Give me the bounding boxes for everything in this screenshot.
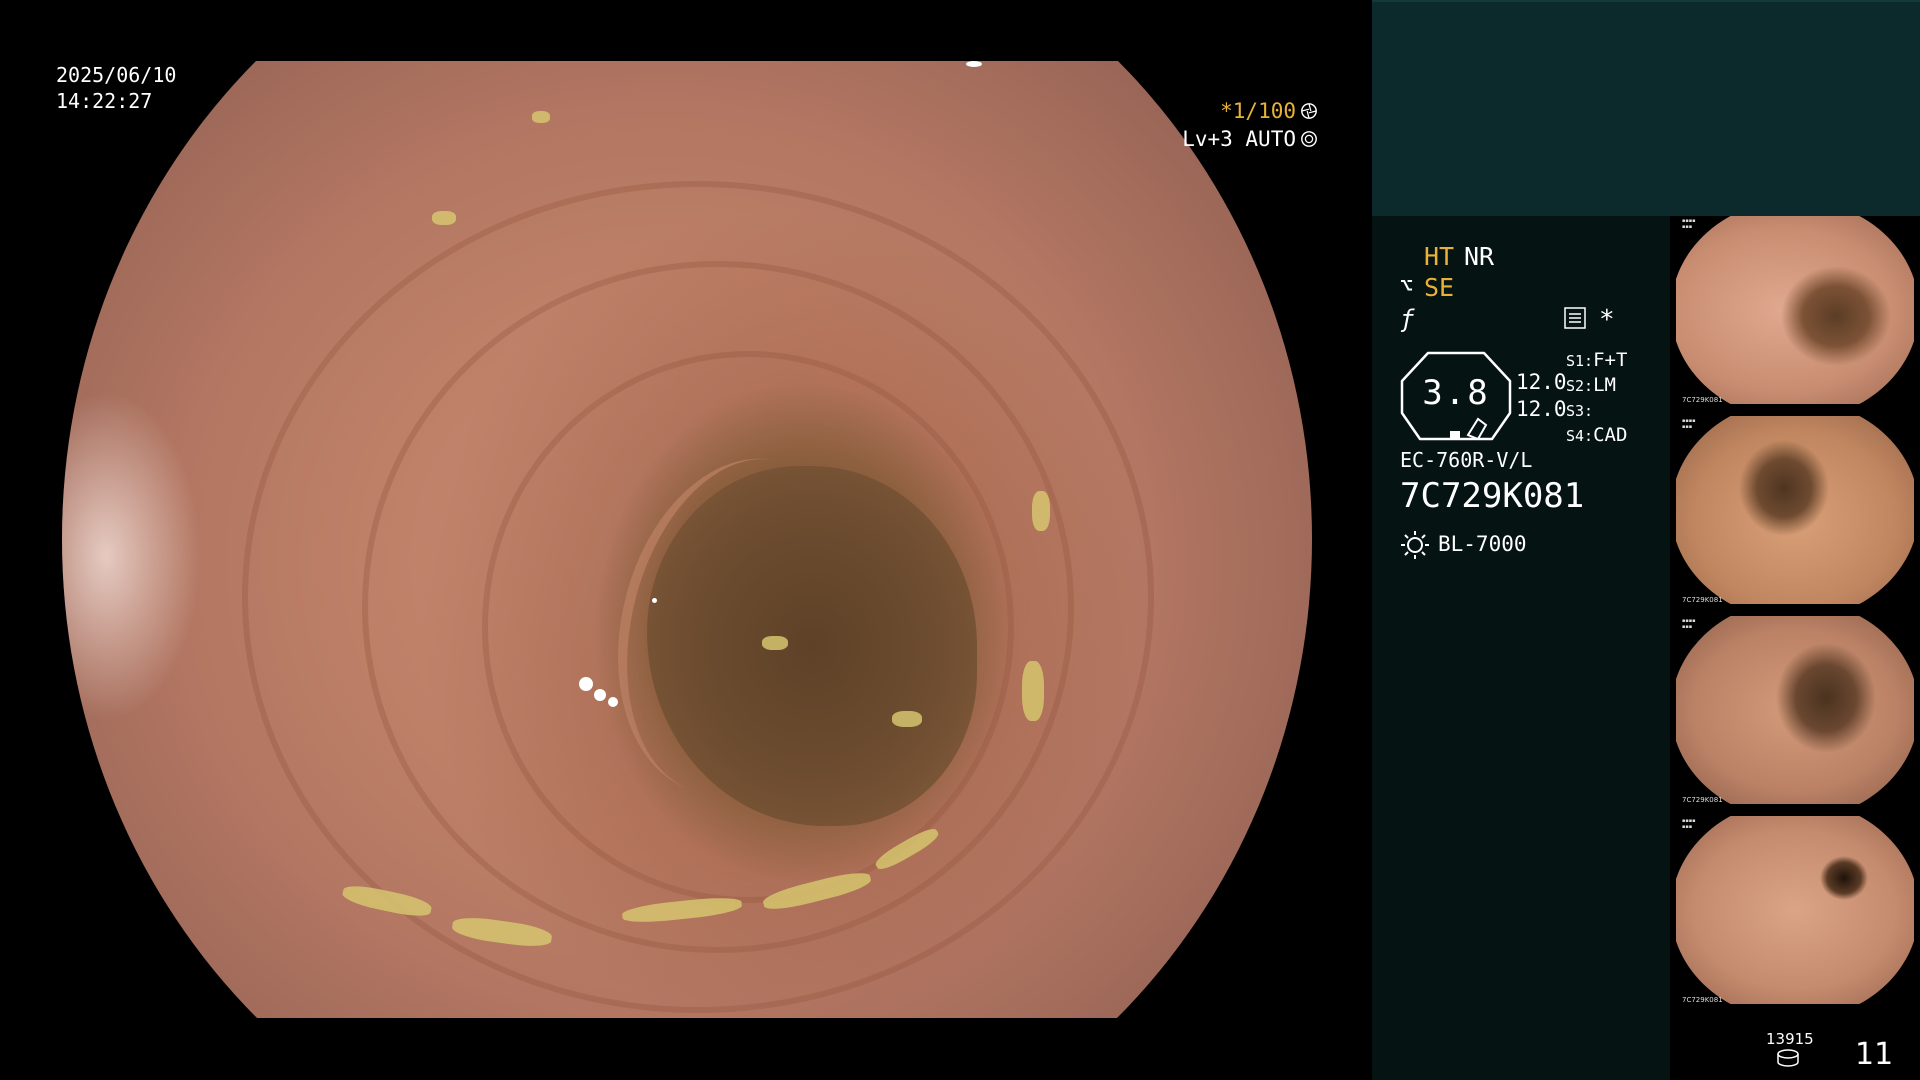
storage-disk-icon: [1777, 1049, 1799, 1067]
shutter-speed-readout: *1/100: [1220, 98, 1318, 124]
thumbnail-meta: ▪▪▪▪ ▪▪▪: [1682, 418, 1696, 430]
live-endoscopic-view: 2025/06/10 14:22:27 *1/100 Lv+3 AUTO: [0, 0, 1372, 1080]
residue: [762, 636, 788, 650]
switch-s1-value: F+T: [1593, 349, 1628, 371]
light-source-icon: [1401, 531, 1429, 559]
switch-s2: S2:LM: [1566, 374, 1616, 396]
thumbnail-caption: 7C729K081: [1682, 796, 1723, 804]
thumbnail-meta: ▪▪▪▪ ▪▪▪: [1682, 818, 1696, 830]
switch-s2-key: S2:: [1566, 377, 1594, 395]
captured-thumbnail[interactable]: ▪▪▪▪ ▪▪▪ 7C729K081: [1670, 416, 1920, 608]
shutter-text: *1/100: [1220, 99, 1296, 123]
captured-thumbnail[interactable]: ▪▪▪▪ ▪▪▪ 7C729K081: [1670, 816, 1920, 1008]
ht-label: HT: [1424, 242, 1455, 271]
scope-model: EC-760R-V/L: [1400, 448, 1533, 472]
switch-s4: S4:CAD: [1566, 424, 1627, 446]
date-text: 2025/06/10: [56, 63, 177, 87]
brightness-level-readout: Lv+3 AUTO: [1182, 126, 1318, 152]
param-value-1: 12.0: [1516, 370, 1567, 394]
settings-readouts: HT NR ⌥ SE ƒ * 3.8 12.0 12.0 S1:F+T S2:L…: [1372, 0, 1670, 1080]
param-value-2: 12.0: [1516, 397, 1567, 421]
menu-icon: [1564, 307, 1586, 329]
thumbnail-caption: 7C729K081: [1682, 396, 1723, 404]
specular-highlight: [594, 689, 606, 701]
aperture-icon: [1301, 103, 1317, 119]
thumbnail-image: [1676, 816, 1914, 1004]
thumbnail-caption: 7C729K081: [1682, 996, 1723, 1004]
thumbnail-image: [1676, 416, 1914, 604]
date-time-readout: 2025/06/10 14:22:27: [56, 62, 176, 114]
captured-thumbnail[interactable]: ▪▪▪▪ ▪▪▪ 7C729K081: [1670, 216, 1920, 408]
se-label: SE: [1424, 273, 1455, 302]
switch-s4-value: CAD: [1593, 424, 1628, 446]
captured-thumbnail[interactable]: ▪▪▪▪ ▪▪▪ 7C729K081: [1670, 616, 1920, 808]
level-text: Lv+3 AUTO: [1182, 127, 1296, 151]
residue: [432, 211, 456, 225]
thumbnail-caption: 7C729K081: [1682, 596, 1723, 604]
switch-s1: S1:F+T: [1566, 349, 1627, 371]
storage-remaining: 13915: [1766, 1030, 1814, 1048]
time-text: 14:22:27: [56, 89, 153, 113]
specular-highlight: [608, 697, 618, 707]
light-source-model: BL-7000: [1438, 532, 1527, 556]
endoscopy-screen: 2025/06/10 14:22:27 *1/100 Lv+3 AUTO ▪▪▪…: [0, 0, 1920, 1080]
switch-s3-key: S3:: [1566, 402, 1594, 420]
scope-serial: 7C729K081: [1400, 476, 1585, 516]
switch-s1-key: S1:: [1566, 352, 1594, 370]
specular-highlight: [966, 61, 982, 67]
function-icon: ƒ: [1400, 305, 1415, 333]
residue: [1032, 491, 1050, 531]
colon-lumen-image: [62, 61, 1312, 1018]
nr-label: NR: [1464, 242, 1495, 271]
structure-enhance-icon: ⌥: [1400, 274, 1414, 299]
switch-s2-value: LM: [1593, 374, 1616, 396]
specular-highlight: [652, 598, 657, 603]
residue: [1022, 661, 1044, 721]
auto-iris-icon: [1301, 131, 1317, 147]
captured-image-count: 11: [1855, 1037, 1894, 1072]
switch-s4-key: S4:: [1566, 427, 1594, 445]
thumbnail-meta: ▪▪▪▪ ▪▪▪: [1682, 618, 1696, 630]
light-reflection: [62, 391, 202, 721]
residue: [532, 111, 550, 123]
residue: [892, 711, 922, 727]
captured-thumbnails: ▪▪▪▪ ▪▪▪ 7C729K081 ▪▪▪▪ ▪▪▪ 7C729K081 ▪▪▪▪…: [1670, 216, 1920, 1016]
switch-s3: S3:: [1566, 399, 1593, 421]
star-marker: *: [1599, 305, 1615, 335]
thumbnail-meta: ▪▪▪▪ ▪▪▪: [1682, 218, 1696, 230]
specular-highlight: [579, 677, 593, 691]
zoom-value: 3.8: [1422, 373, 1490, 413]
thumbnail-image: [1676, 616, 1914, 804]
thumbnail-image: [1676, 216, 1914, 404]
